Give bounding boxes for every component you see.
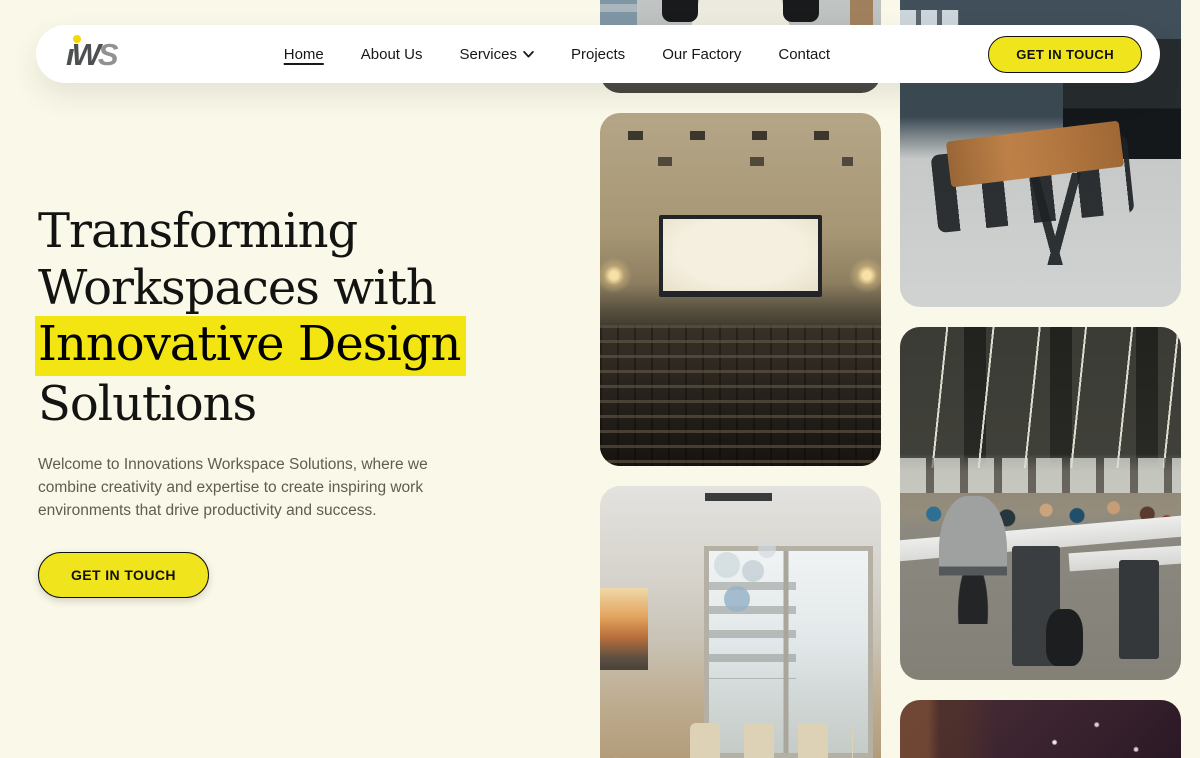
auditorium-seats-shape bbox=[600, 325, 881, 466]
nav-item-label: Contact bbox=[778, 46, 830, 63]
office-ergonomic-chair-shape bbox=[939, 496, 1006, 623]
office-desk-pedestal-shape bbox=[1119, 560, 1158, 659]
conference-chairs-shape bbox=[690, 723, 853, 758]
office-ceiling-lights-shape bbox=[900, 327, 1181, 468]
chevron-down-icon bbox=[523, 51, 534, 58]
conference-painting-shape bbox=[600, 588, 648, 669]
hero-heading: Transforming Workspaces with Innovative … bbox=[38, 203, 578, 433]
landing-page: ı W S Home About Us Services Projects Ou… bbox=[0, 0, 1200, 758]
nav-item-home[interactable]: Home bbox=[284, 46, 324, 63]
hero-heading-line: Innovative Design bbox=[38, 316, 578, 376]
nav-item-services[interactable]: Services bbox=[459, 46, 534, 63]
hero-heading-line: Transforming bbox=[38, 203, 578, 260]
hero-heading-line: Workspaces with bbox=[38, 260, 578, 317]
nav-item-label: Services bbox=[459, 46, 517, 63]
auditorium-screen-shape bbox=[659, 215, 822, 296]
nav-item-contact[interactable]: Contact bbox=[778, 46, 830, 63]
logo-letter: W bbox=[72, 39, 98, 70]
iws-logo[interactable]: ı W S bbox=[66, 39, 126, 70]
logo-letter: S bbox=[98, 39, 116, 70]
gallery-column-middle bbox=[600, 0, 881, 758]
conference-room-image bbox=[600, 486, 881, 758]
nav-item-label: Home bbox=[284, 46, 324, 63]
auditorium-image bbox=[600, 113, 881, 466]
nav-links: Home About Us Services Projects Our Fact… bbox=[284, 46, 830, 63]
nav-item-projects[interactable]: Projects bbox=[571, 46, 625, 63]
meeting-room-chair-shape bbox=[662, 0, 698, 22]
hero-paragraph: Welcome to Innovations Workspace Solutio… bbox=[38, 453, 470, 523]
nav-item-our-factory[interactable]: Our Factory bbox=[662, 46, 741, 63]
get-in-touch-button-hero[interactable]: GET IN TOUCH bbox=[38, 552, 209, 598]
logo-yellow-dot-icon bbox=[73, 35, 81, 43]
conference-pendant-lights-shape bbox=[684, 493, 796, 634]
auditorium-ceiling-tiles-shape bbox=[628, 131, 853, 180]
get-in-touch-button-nav[interactable]: GET IN TOUCH bbox=[988, 36, 1142, 73]
meeting-room-chair-shape bbox=[783, 0, 819, 22]
top-navbar: ı W S Home About Us Services Projects Ou… bbox=[36, 25, 1160, 83]
office-backpack-shape bbox=[1046, 609, 1083, 665]
hero-heading-highlight: Innovative Design bbox=[35, 316, 466, 376]
hero-heading-line: Solutions bbox=[38, 376, 578, 433]
hero-section: Transforming Workspaces with Innovative … bbox=[38, 203, 578, 598]
nav-item-label: About Us bbox=[361, 46, 423, 63]
nav-item-label: Our Factory bbox=[662, 46, 741, 63]
ornate-theater-image bbox=[900, 700, 1181, 758]
nav-item-about-us[interactable]: About Us bbox=[361, 46, 423, 63]
open-office-image bbox=[900, 327, 1181, 680]
nav-item-label: Projects bbox=[571, 46, 625, 63]
gallery-column-right bbox=[900, 0, 1181, 758]
